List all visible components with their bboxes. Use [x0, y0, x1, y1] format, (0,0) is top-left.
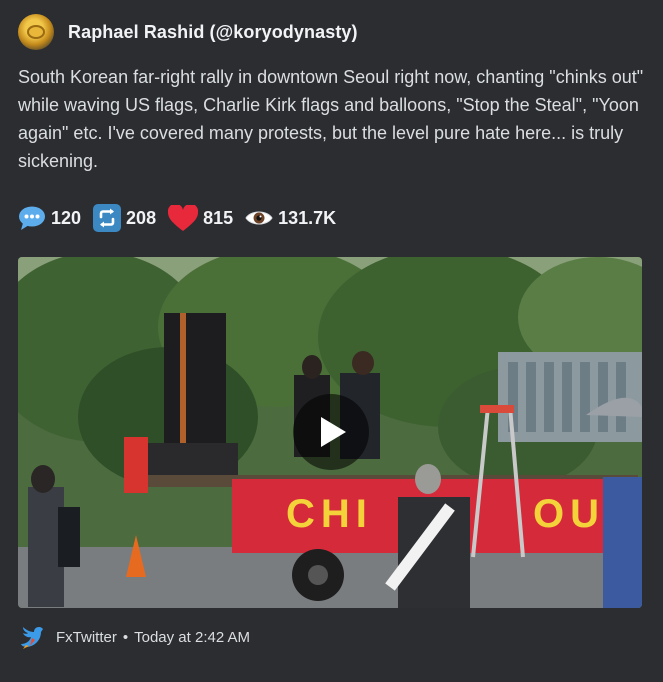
svg-text:CHI: CHI: [286, 492, 373, 536]
speech-bubble-icon: [18, 205, 46, 231]
retweet-icon: [93, 204, 122, 232]
author-name[interactable]: Raphael Rashid (@koryodynasty): [68, 22, 358, 43]
heart-icon: [168, 204, 199, 232]
footer: FxTwitter • Today at 2:42 AM: [18, 624, 250, 650]
author-avatar[interactable]: [18, 14, 54, 50]
stats-row: 120 208 815 131.7K: [18, 203, 348, 233]
replies-count: 120: [51, 207, 82, 228]
footer-separator: •: [122, 628, 129, 646]
views-count: 131.7K: [278, 207, 337, 228]
stat-views: 131.7K: [245, 208, 336, 229]
author-row: Raphael Rashid (@koryodynasty): [18, 14, 358, 50]
footer-source: FxTwitter: [56, 628, 117, 646]
stat-replies: 120: [18, 205, 81, 231]
svg-text:OU: OU: [533, 492, 605, 536]
likes-count: 815: [203, 207, 234, 228]
eye-icon: [245, 209, 273, 227]
retweets-count: 208: [126, 207, 157, 228]
tweet-embed: Raphael Rashid (@koryodynasty) South Kor…: [0, 0, 663, 682]
video-thumbnail[interactable]: CHI A OU: [18, 257, 642, 608]
stat-likes: 815: [168, 204, 234, 232]
stat-retweets: 208: [93, 204, 156, 232]
tweet-text: South Korean far-right rally in downtown…: [18, 67, 644, 171]
fxtwitter-bird-icon: [18, 624, 44, 650]
footer-timestamp: Today at 2:42 AM: [134, 628, 251, 646]
